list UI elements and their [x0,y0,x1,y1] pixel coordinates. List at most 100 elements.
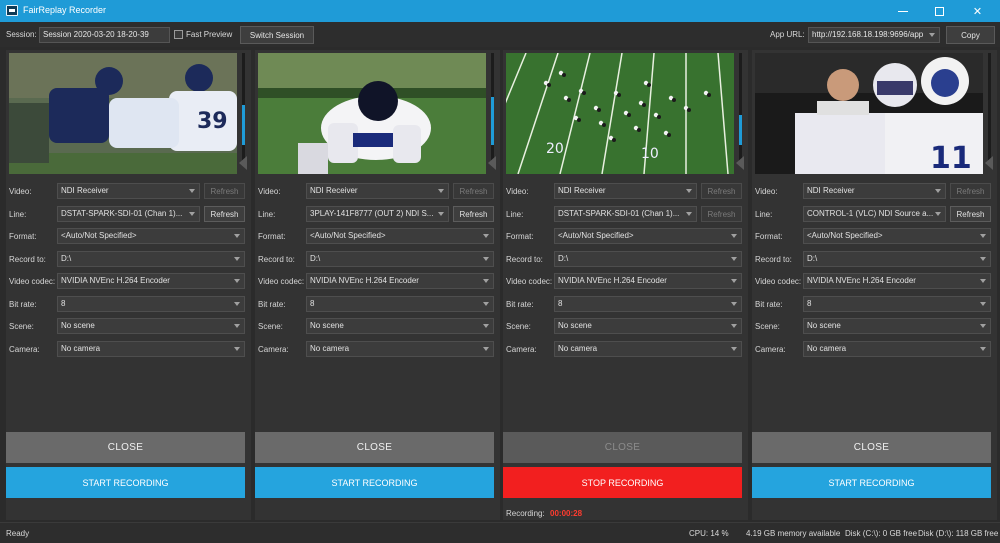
line-select[interactable]: DSTAT-SPARK-SDI-01 (Chan 1)... [554,206,697,222]
app-url-select[interactable]: http://192.168.18.198:9696/app [808,27,940,43]
close-button[interactable]: CLOSE [752,432,991,463]
video-refresh-button[interactable]: Refresh [204,183,245,199]
scene-select[interactable]: No scene [554,318,742,334]
copy-url-button[interactable]: Copy [946,26,995,44]
camera-value: No camera [310,344,350,353]
recording-timer: 00:00:28 [550,509,583,518]
chevron-down-icon [731,324,737,328]
bitrate-value: 8 [558,299,563,308]
chevron-down-icon [980,279,986,283]
fast-preview-checkbox[interactable] [174,30,183,39]
codec-select[interactable]: NVIDIA NVEnc H.264 Encoder [57,273,245,289]
disk-d-free: Disk (D:\): 118 GB free [918,529,999,538]
format-select[interactable]: <Auto/Not Specified> [57,228,245,244]
video-label: Video: [506,187,529,196]
record_to-value: D:\ [807,254,818,263]
camera-label: Camera: [9,345,40,354]
start-recording-button[interactable]: START RECORDING [752,467,991,498]
svg-text:39: 39 [197,109,228,134]
close-button[interactable]: CLOSE [6,432,245,463]
video-select[interactable]: NDI Receiver [306,183,449,199]
camera-select[interactable]: No camera [803,341,991,357]
volume-triangle-icon [985,156,993,170]
scene-select[interactable]: No scene [57,318,245,334]
fast-preview-label: Fast Preview [186,30,233,39]
record_to-label: Record to: [258,255,295,264]
bitrate-select[interactable]: 8 [803,296,991,312]
record_to-select[interactable]: D:\ [803,251,991,267]
bitrate-select[interactable]: 8 [57,296,245,312]
codec-select[interactable]: NVIDIA NVEnc H.264 Encoder [306,273,494,289]
line-refresh-button[interactable]: Refresh [950,206,991,222]
recorder-panel-4: 11 Video: NDI Receiver Refresh Line: CONTROL-… [752,50,997,520]
audio-level-meter [988,53,991,165]
cpu-usage: CPU: 14 % [689,529,729,538]
line-refresh-button[interactable]: Refresh [204,206,245,222]
record_to-select[interactable]: D:\ [57,251,245,267]
video-select[interactable]: NDI Receiver [803,183,946,199]
scene-label: Scene: [9,322,34,331]
record_to-label: Record to: [9,255,46,264]
chevron-down-icon [980,347,986,351]
chevron-down-icon [483,257,489,261]
video-refresh-button[interactable]: Refresh [701,183,742,199]
line-select[interactable]: CONTROL-1 (VLC) NDI Source a... [803,206,946,222]
video-refresh-button[interactable]: Refresh [950,183,991,199]
chevron-down-icon [483,302,489,306]
format-value: <Auto/Not Specified> [310,231,386,240]
camera-value: No camera [61,344,101,353]
svg-text:11: 11 [930,141,972,174]
session-name-field[interactable]: Session 2020-03-20 18-20-39 [39,27,170,43]
bitrate-select[interactable]: 8 [554,296,742,312]
camera-select[interactable]: No camera [306,341,494,357]
close-icon: ✕ [972,5,983,18]
close-button[interactable]: CLOSE [503,432,742,463]
minimize-icon [897,10,908,12]
format-select[interactable]: <Auto/Not Specified> [306,228,494,244]
format-label: Format: [258,232,286,241]
volume-triangle-icon [488,156,496,170]
chevron-down-icon [483,347,489,351]
status-text: Ready [6,529,30,538]
camera-value: No camera [807,344,847,353]
chevron-down-icon [234,302,240,306]
camera-select[interactable]: No camera [554,341,742,357]
close-button[interactable]: CLOSE [255,432,494,463]
disk-c-free: Disk (C:\): 0 GB free [845,529,918,538]
codec-select[interactable]: NVIDIA NVEnc H.264 Encoder [554,273,742,289]
bitrate-select[interactable]: 8 [306,296,494,312]
video-select[interactable]: NDI Receiver [554,183,697,199]
video-select[interactable]: NDI Receiver [57,183,200,199]
codec-label: Video codec: [506,277,553,286]
chevron-down-icon [483,324,489,328]
maximize-button[interactable] [922,0,957,22]
stop-recording-button[interactable]: STOP RECORDING [503,467,742,498]
record_to-select[interactable]: D:\ [554,251,742,267]
record_to-select[interactable]: D:\ [306,251,494,267]
window-close-button[interactable]: ✕ [955,0,1000,22]
chevron-down-icon [731,257,737,261]
volume-triangle-icon [239,156,247,170]
line-select[interactable]: DSTAT-SPARK-SDI-01 (Chan 1)... [57,206,200,222]
video-refresh-button[interactable]: Refresh [453,183,494,199]
line-select[interactable]: 3PLAY-141F8777 (OUT 2) NDI S... [306,206,449,222]
minimize-button[interactable] [880,0,925,22]
line-refresh-button[interactable]: Refresh [701,206,742,222]
start-recording-button[interactable]: START RECORDING [6,467,245,498]
bitrate-label: Bit rate: [9,300,37,309]
format-select[interactable]: <Auto/Not Specified> [554,228,742,244]
line-label: Line: [9,210,27,219]
scene-select[interactable]: No scene [803,318,991,334]
line-label: Line: [755,210,773,219]
line-refresh-button[interactable]: Refresh [453,206,494,222]
bitrate-value: 8 [310,299,315,308]
chevron-down-icon [234,234,240,238]
format-select[interactable]: <Auto/Not Specified> [803,228,991,244]
chevron-down-icon [483,279,489,283]
switch-session-button[interactable]: Switch Session [240,26,314,44]
scene-select[interactable]: No scene [306,318,494,334]
camera-select[interactable]: No camera [57,341,245,357]
start-recording-button[interactable]: START RECORDING [255,467,494,498]
codec-select[interactable]: NVIDIA NVEnc H.264 Encoder [803,273,991,289]
format-value: <Auto/Not Specified> [807,231,883,240]
